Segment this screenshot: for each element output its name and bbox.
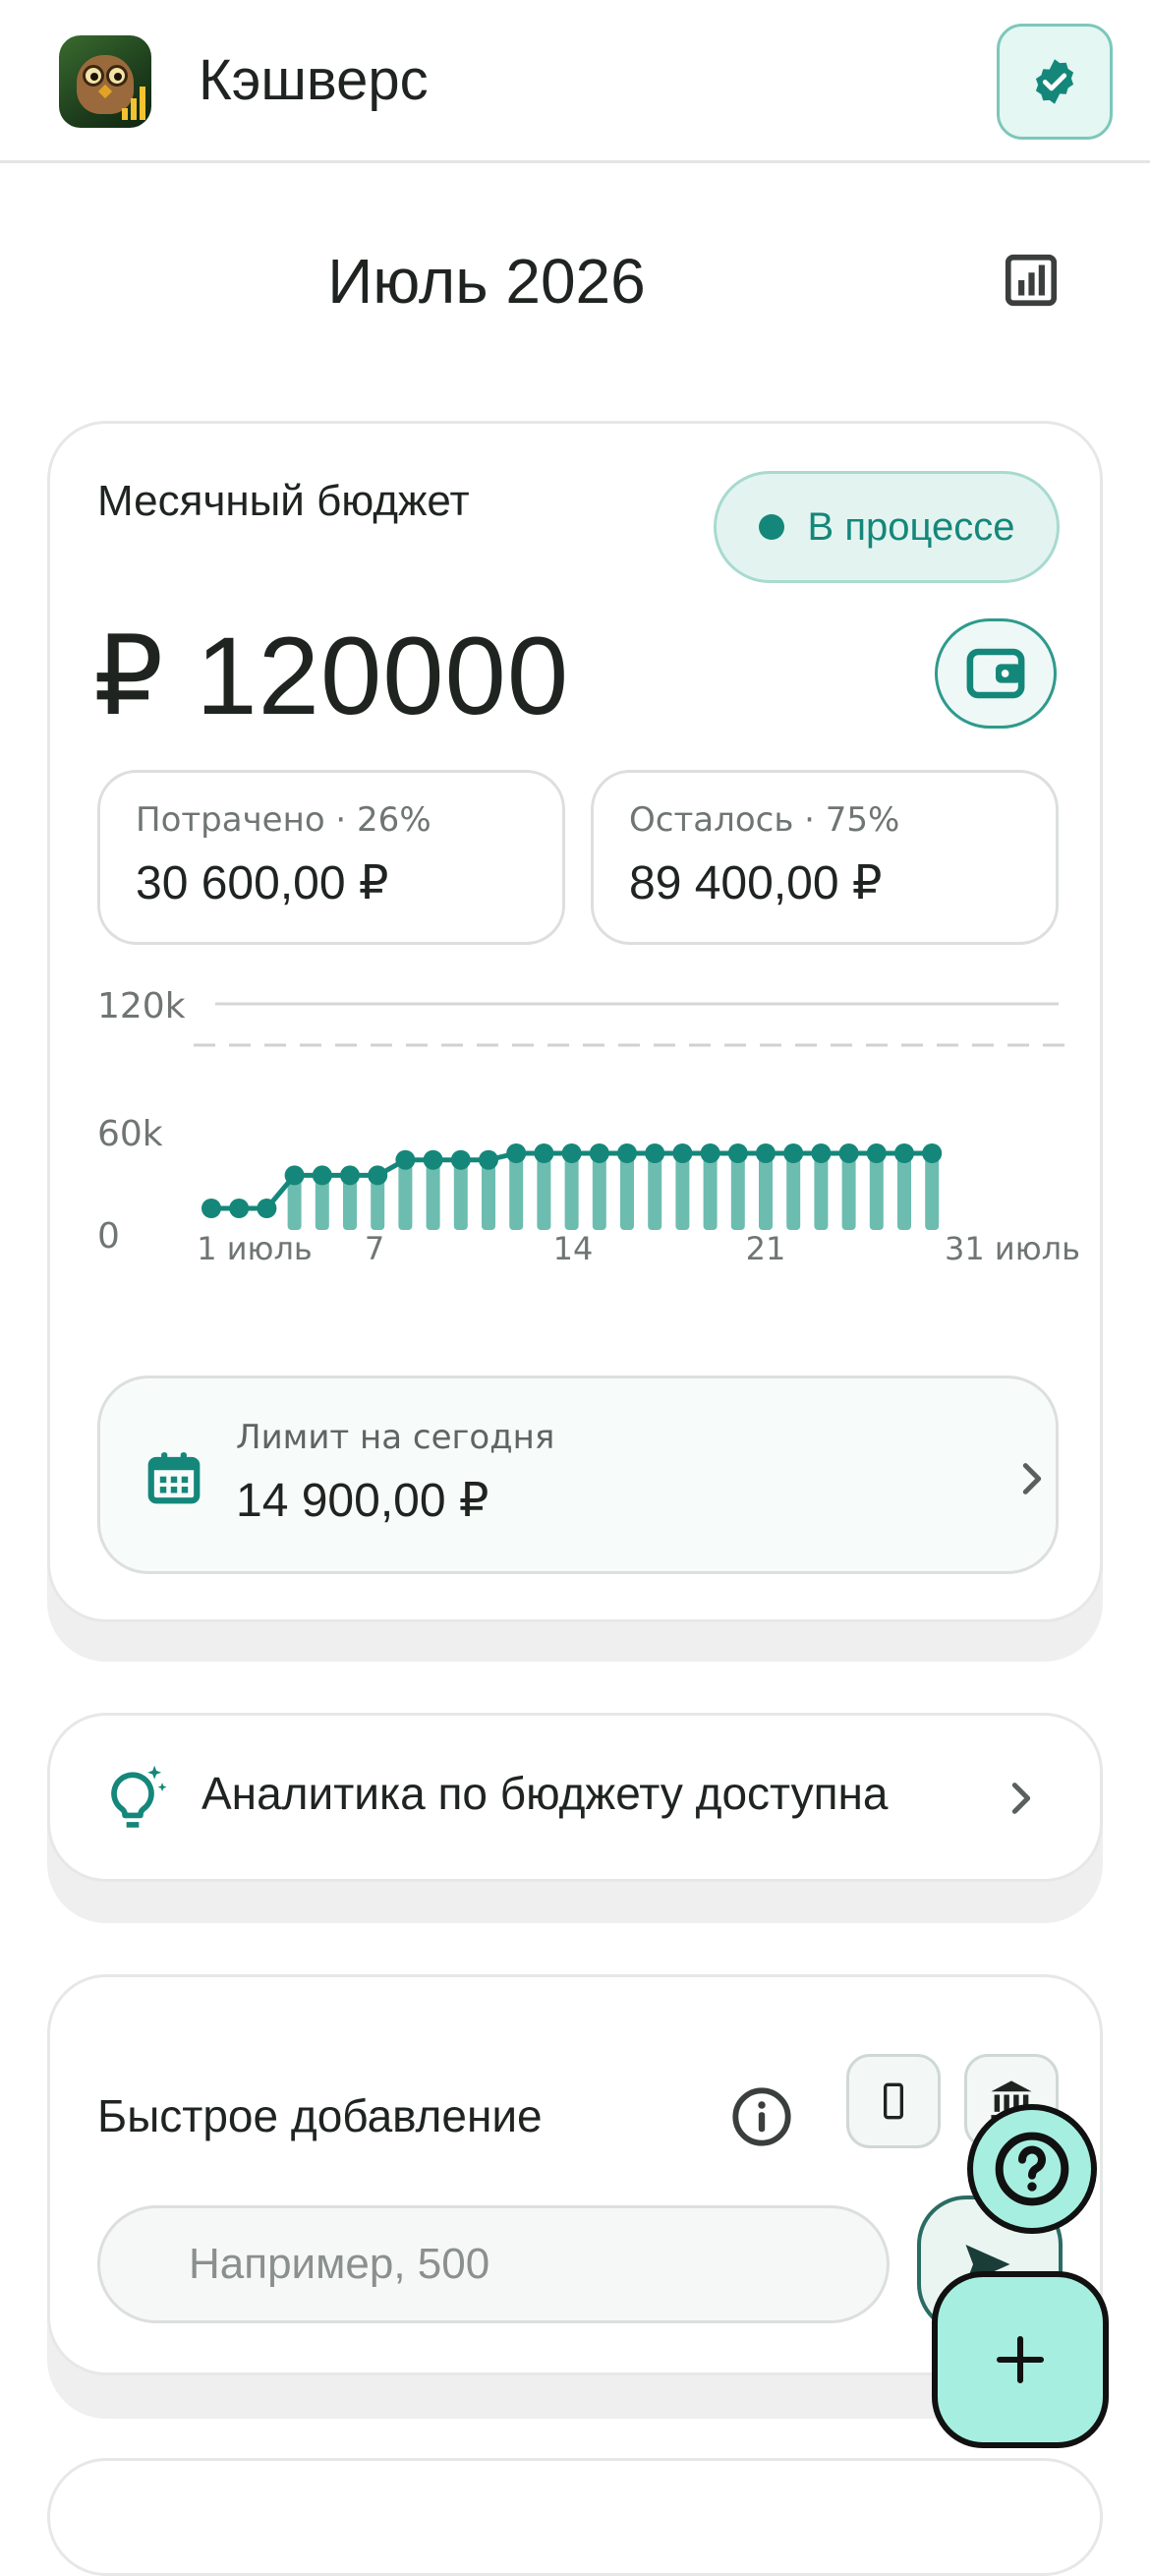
- chart-bar: [703, 1153, 718, 1230]
- chart-bar: [675, 1153, 690, 1230]
- chart-point: [672, 1143, 693, 1163]
- amount-input[interactable]: [97, 2205, 890, 2323]
- x-tick-label: 1 июль: [197, 1230, 313, 1267]
- chart-point: [479, 1149, 498, 1170]
- today-limit-row[interactable]: Лимит на сегодня 14 900,00 ₽: [97, 1376, 1059, 1574]
- x-tick-label: 7: [365, 1230, 384, 1267]
- chart-bar: [786, 1153, 801, 1230]
- chart-point: [617, 1143, 637, 1163]
- spending-chart: 120k 60k 0 1 июль 7 14 21 31 июль: [97, 986, 1080, 1267]
- chart-point: [811, 1143, 832, 1163]
- chart-bar: [592, 1153, 606, 1230]
- chart-bar: [620, 1153, 634, 1230]
- chart-point: [506, 1143, 527, 1163]
- status-dot: [758, 514, 784, 540]
- chart-point: [783, 1143, 804, 1163]
- chart-bar: [509, 1153, 524, 1230]
- chart-point: [561, 1143, 582, 1163]
- insight-card[interactable]: Аналитика по бюджету доступна: [47, 1713, 1103, 1882]
- chart-bar: [537, 1153, 551, 1230]
- wallet-icon: [966, 648, 1025, 699]
- chart-bar: [453, 1159, 468, 1230]
- info-icon[interactable]: [730, 2085, 793, 2148]
- calendar-icon: [147, 1452, 201, 1504]
- chart-point: [284, 1165, 305, 1186]
- chart-bar: [398, 1159, 413, 1230]
- y-tick-label: 0: [97, 1216, 120, 1257]
- budget-card: Месячный бюджет В процессе ₽ 120000 Потр…: [47, 421, 1103, 1622]
- y-tick-label: 60k: [97, 1114, 163, 1154]
- verified-badge-icon: [1035, 59, 1074, 104]
- chart-point: [423, 1149, 443, 1170]
- chart-point: [368, 1165, 388, 1186]
- chart-bar: [814, 1153, 829, 1230]
- app-bar: Кэшверс: [0, 0, 1150, 163]
- y-tick-label: 120k: [97, 986, 186, 1026]
- remaining-box: Осталось · 75% 89 400,00 ₽: [591, 770, 1059, 945]
- chart-point: [838, 1143, 859, 1163]
- remaining-label: Осталось · 75%: [629, 800, 900, 840]
- chart-point: [340, 1165, 360, 1186]
- chart-bar: [841, 1153, 856, 1230]
- chart-bar: [869, 1153, 884, 1230]
- app-title: Кэшверс: [199, 48, 429, 112]
- chart-point: [922, 1143, 943, 1163]
- x-tick-label: 31 июль: [945, 1230, 1080, 1267]
- chart-bar: [564, 1153, 579, 1230]
- x-tick-label: 21: [746, 1230, 786, 1267]
- help-icon: [995, 2132, 1069, 2206]
- chart-point: [534, 1143, 554, 1163]
- chart-point: [700, 1143, 720, 1163]
- chart-bar: [897, 1153, 911, 1230]
- chart-point: [312, 1165, 332, 1186]
- status-text: В процессе: [807, 504, 1015, 549]
- month-title[interactable]: Июль 2026: [0, 240, 973, 322]
- chart-point: [894, 1143, 914, 1163]
- chart-point: [450, 1149, 471, 1170]
- bar-chart-icon[interactable]: [1001, 250, 1062, 311]
- chart-bar: [759, 1153, 773, 1230]
- chart-point: [395, 1149, 416, 1170]
- chevron-right-icon: [1011, 1783, 1031, 1814]
- chart-bar: [925, 1153, 940, 1230]
- today-limit-value: 14 900,00 ₽: [236, 1475, 489, 1527]
- chart-point: [257, 1199, 277, 1218]
- spent-box: Потрачено · 26% 30 600,00 ₽: [97, 770, 565, 945]
- budget-amount[interactable]: ₽ 120000: [93, 613, 569, 740]
- lightbulb-sparkle-icon: [111, 1765, 167, 1828]
- chart-point: [201, 1199, 221, 1218]
- plus-icon: [996, 2335, 1045, 2384]
- spent-label: Потрачено · 26%: [136, 800, 431, 840]
- chart-point: [756, 1143, 776, 1163]
- next-card: [47, 2458, 1103, 2576]
- verify-button[interactable]: [997, 24, 1113, 140]
- help-button[interactable]: [967, 2104, 1097, 2234]
- today-limit-label: Лимит на сегодня: [236, 1418, 555, 1457]
- chart-bar: [648, 1153, 662, 1230]
- remaining-value: 89 400,00 ₽: [629, 857, 883, 909]
- chart-point: [866, 1143, 887, 1163]
- status-badge[interactable]: В процессе: [714, 471, 1060, 583]
- chart-bar: [730, 1153, 745, 1230]
- phone-button[interactable]: [846, 2054, 941, 2148]
- chart-point: [589, 1143, 609, 1163]
- chart-bar: [482, 1159, 495, 1230]
- quick-add-label: Быстрое добавление: [97, 2090, 543, 2141]
- budget-label: Месячный бюджет: [97, 477, 470, 525]
- chevron-right-icon: [1022, 1463, 1042, 1494]
- phone-icon: [884, 2082, 903, 2120]
- chart-bar: [426, 1159, 440, 1230]
- chart-point: [727, 1143, 748, 1163]
- insight-text: Аналитика по бюджету доступна: [201, 1768, 889, 1819]
- x-tick-label: 14: [553, 1230, 594, 1267]
- chart-point: [229, 1199, 250, 1218]
- owl-logo-icon: [59, 35, 151, 128]
- chart-point: [645, 1143, 665, 1163]
- spent-value: 30 600,00 ₽: [136, 857, 389, 909]
- wallet-button[interactable]: [935, 618, 1057, 729]
- add-transaction-button[interactable]: [932, 2271, 1109, 2448]
